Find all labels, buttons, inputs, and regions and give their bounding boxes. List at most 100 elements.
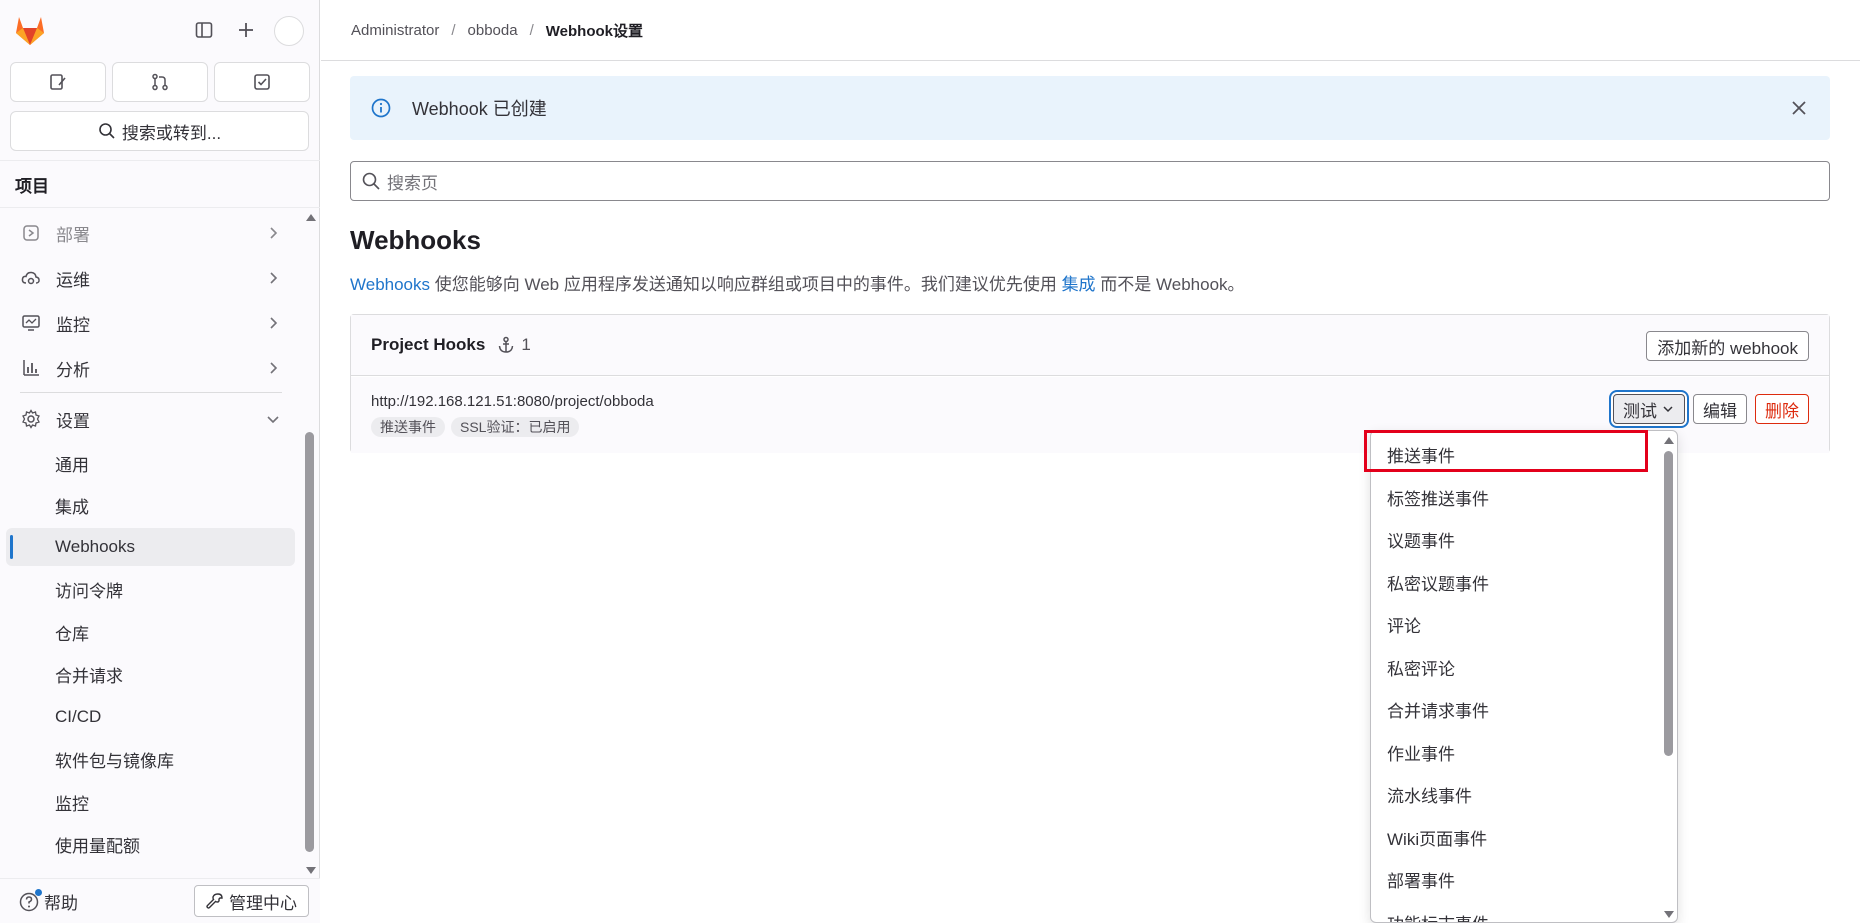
search-icon (99, 123, 115, 139)
sidebar-subitem-repository[interactable]: 仓库 (6, 613, 295, 651)
sidebar-item-operate[interactable]: 运维 (6, 258, 295, 298)
sidebar-item-monitor[interactable]: 监控 (6, 303, 295, 343)
page-search-input[interactable]: 搜索页 (350, 161, 1830, 201)
sidebar-shortcuts (10, 62, 310, 102)
breadcrumb: Administrator / obboda / Webhook设置 (321, 0, 1860, 61)
edit-button[interactable]: 编辑 (1693, 394, 1747, 424)
project-hooks-header: Project Hooks 1 添加新的 webhook (351, 315, 1829, 376)
scrollbar-thumb[interactable] (305, 432, 314, 852)
dropdown-item-issue-events[interactable]: 议题事件 (1371, 518, 1661, 560)
description-text-end: 而不是 Webhook。 (1095, 275, 1245, 294)
help-button[interactable]: 帮助 (18, 889, 78, 914)
test-event-dropdown: 推送事件 标签推送事件 议题事件 私密议题事件 评论 私密评论 合并请求事件 作… (1370, 430, 1678, 923)
dropdown-item-deployment-events[interactable]: 部署事件 (1371, 858, 1661, 900)
user-avatar[interactable] (274, 16, 304, 46)
dropdown-item-feature-flag-events[interactable]: 功能标志事件 (1371, 901, 1661, 923)
admin-area-button[interactable]: 管理中心 (194, 885, 309, 917)
hook-tag-push-events: 推送事件 (371, 417, 445, 437)
integrations-link[interactable]: 集成 (1062, 275, 1096, 294)
webhooks-doc-link[interactable]: Webhooks (350, 275, 430, 294)
page-title: Webhooks (350, 225, 481, 255)
sidebar-header (0, 0, 320, 62)
dropdown-item-confidential-comments[interactable]: 私密评论 (1371, 646, 1661, 688)
rocket-icon (20, 222, 42, 244)
gitlab-logo-icon[interactable] (12, 12, 48, 48)
dropdown-item-push-events[interactable]: 推送事件 (1371, 433, 1661, 475)
page-search-placeholder: 搜索页 (387, 173, 438, 193)
info-icon (370, 97, 392, 119)
sidebar: 搜索或转到... 项目 部署 运维 监控 分析 设置 通用 集成 Webhook… (0, 0, 320, 923)
dropdown-scrollbar[interactable] (1661, 431, 1677, 922)
chevron-right-icon (265, 270, 281, 286)
dropdown-item-comments[interactable]: 评论 (1371, 603, 1661, 645)
plus-icon[interactable] (230, 14, 262, 46)
test-event-list: 推送事件 标签推送事件 议题事件 私密议题事件 评论 私密评论 合并请求事件 作… (1371, 431, 1661, 923)
chevron-down-icon (1663, 406, 1673, 413)
chart-icon (20, 357, 42, 379)
sidebar-item-label: 分析 (56, 360, 90, 380)
sidebar-search-button[interactable]: 搜索或转到... (10, 111, 309, 151)
sidebar-subitem-general[interactable]: 通用 (6, 444, 295, 482)
add-webhook-button[interactable]: 添加新的 webhook (1646, 331, 1809, 361)
scrollbar-thumb[interactable] (1664, 451, 1673, 756)
hooks-count: 1 (497, 335, 531, 355)
wrench-icon (206, 893, 223, 909)
hook-url: http://192.168.121.51:8080/project/obbod… (371, 393, 654, 410)
todo-shortcut-icon[interactable] (214, 62, 310, 102)
dropdown-item-pipeline-events[interactable]: 流水线事件 (1371, 773, 1661, 815)
sidebar-section-title: 项目 (0, 160, 320, 208)
breadcrumb-item-admin[interactable]: Administrator (351, 22, 439, 39)
scroll-up-arrow-icon[interactable] (306, 214, 316, 221)
sidebar-nav: 部署 运维 监控 分析 设置 通用 集成 Webhooks 访问令牌 仓库 合并… (0, 210, 303, 878)
close-icon[interactable] (1788, 97, 1810, 119)
page-description: Webhooks 使您能够向 Web 应用程序发送通知以响应群组或项目中的事件。… (350, 270, 1245, 295)
scroll-down-arrow-icon[interactable] (306, 867, 316, 874)
merge-requests-shortcut-icon[interactable] (112, 62, 208, 102)
chevron-right-icon (265, 225, 281, 241)
delete-button[interactable]: 删除 (1755, 394, 1809, 424)
dropdown-item-merge-request-events[interactable]: 合并请求事件 (1371, 688, 1661, 730)
help-label: 帮助 (44, 894, 78, 913)
dropdown-item-tag-push-events[interactable]: 标签推送事件 (1371, 476, 1661, 518)
breadcrumb-item-project[interactable]: obboda (468, 22, 518, 39)
toggle-sidebar-icon[interactable] (188, 14, 220, 46)
chevron-right-icon (265, 315, 281, 331)
sidebar-subitem-usage-quotas[interactable]: 使用量配额 (6, 825, 295, 863)
sidebar-subitem-packages-registries[interactable]: 软件包与镜像库 (6, 740, 295, 778)
sidebar-subitem-merge-requests[interactable]: 合并请求 (6, 655, 295, 693)
sidebar-subitem-integrations[interactable]: 集成 (6, 486, 295, 524)
dropdown-item-wiki-page-events[interactable]: Wiki页面事件 (1371, 816, 1661, 858)
sidebar-item-label: 监控 (56, 315, 90, 335)
test-button-label: 测试 (1623, 401, 1657, 421)
sidebar-divider (20, 392, 282, 393)
success-alert: Webhook 已创建 (350, 76, 1830, 140)
hook-actions: 测试 编辑 删除 (1613, 394, 1809, 424)
sidebar-footer: 帮助 管理中心 (0, 878, 320, 923)
breadcrumb-current[interactable]: Webhook设置 (546, 20, 643, 41)
sidebar-subitem-access-tokens[interactable]: 访问令牌 (6, 570, 295, 608)
breadcrumb-separator: / (451, 21, 456, 39)
dropdown-item-confidential-issue-events[interactable]: 私密议题事件 (1371, 561, 1661, 603)
issues-shortcut-icon[interactable] (10, 62, 106, 102)
sidebar-item-label: 运维 (56, 270, 90, 290)
test-dropdown-button[interactable]: 测试 (1613, 394, 1685, 424)
sidebar-subitem-monitor[interactable]: 监控 (6, 783, 295, 821)
chevron-down-icon (265, 411, 281, 427)
sidebar-item-label: 部署 (56, 225, 90, 245)
hooks-count-value: 1 (521, 335, 531, 354)
sidebar-item-label: 设置 (56, 411, 90, 431)
sidebar-item-settings[interactable]: 设置 (6, 399, 295, 439)
sidebar-item-deploy[interactable]: 部署 (6, 213, 295, 253)
sidebar-subitem-webhooks[interactable]: Webhooks (6, 528, 295, 566)
gear-icon (20, 408, 42, 430)
sidebar-scrollbar[interactable] (303, 210, 317, 878)
sidebar-subitem-cicd[interactable]: CI/CD (6, 698, 295, 736)
monitor-icon (20, 312, 42, 334)
scroll-down-arrow-icon[interactable] (1664, 911, 1674, 918)
notification-dot (35, 889, 42, 896)
anchor-icon (499, 336, 514, 353)
sidebar-item-analyze[interactable]: 分析 (6, 348, 295, 388)
dropdown-item-job-events[interactable]: 作业事件 (1371, 731, 1661, 773)
hook-tag-ssl: SSL验证：已启用 (451, 417, 580, 437)
scroll-up-arrow-icon[interactable] (1664, 437, 1674, 444)
